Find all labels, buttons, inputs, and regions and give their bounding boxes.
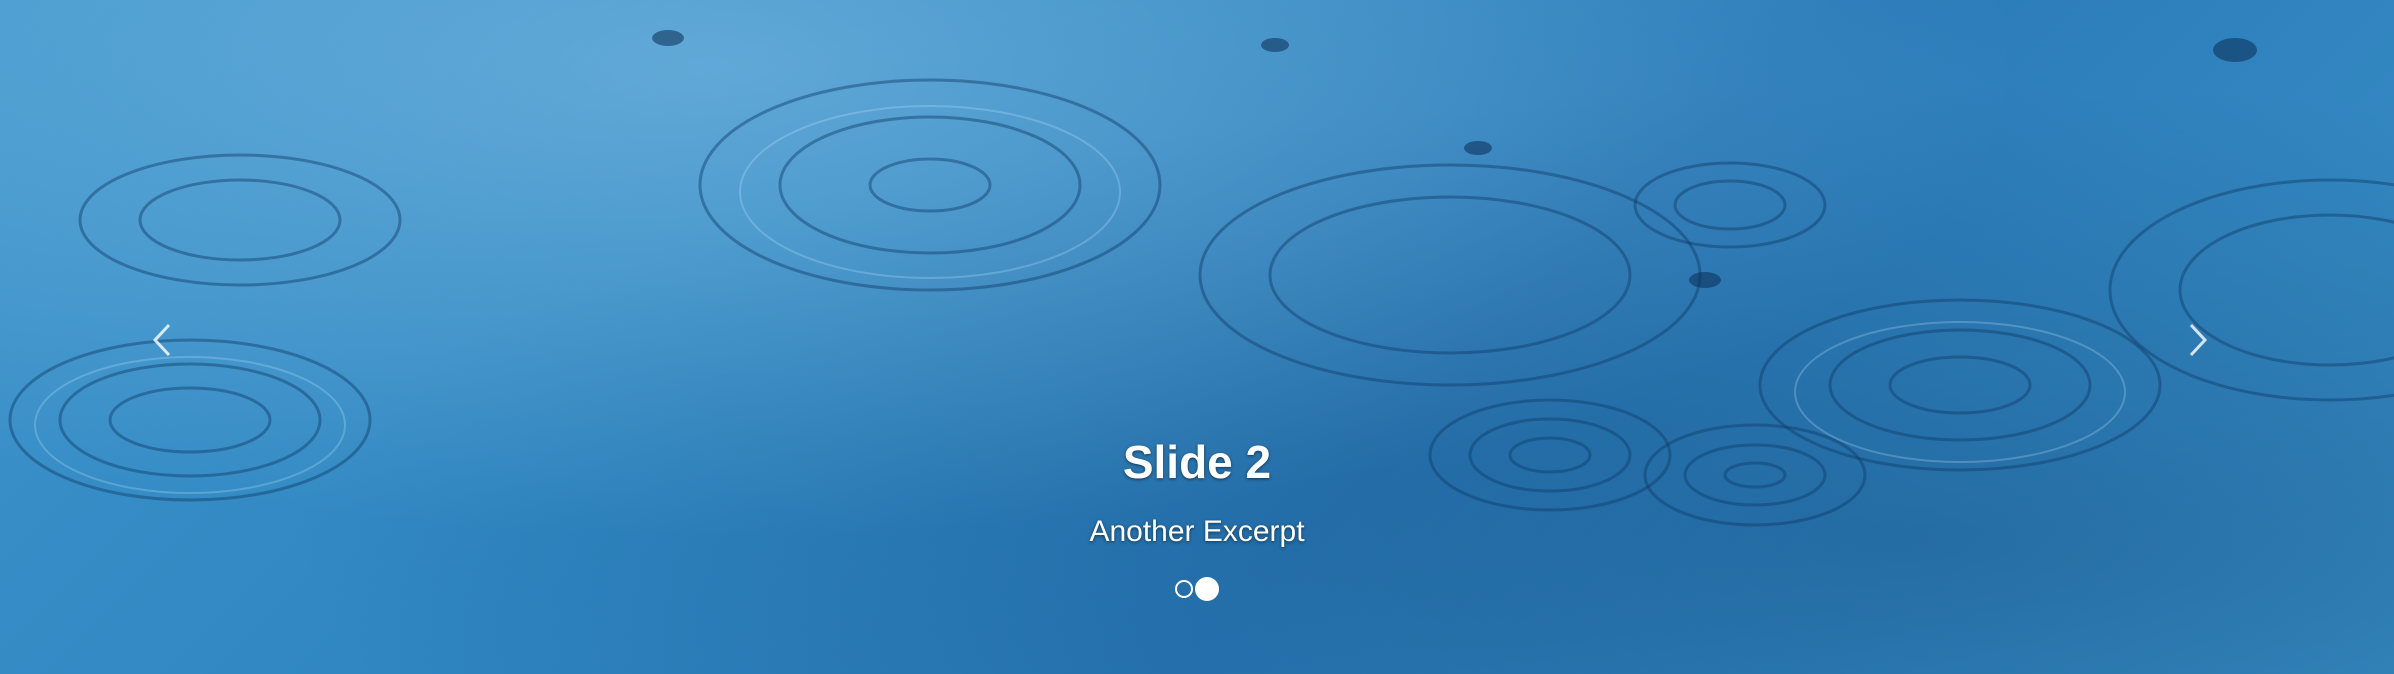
slide-title: Slide 2 (1122, 436, 1272, 488)
previous-slide-button[interactable] (132, 310, 192, 370)
slide-indicator-1[interactable] (1175, 580, 1193, 598)
chevron-left-icon (152, 323, 171, 357)
water-ripples-image (8, 30, 2394, 527)
next-slide-button[interactable] (2168, 310, 2228, 370)
image-carousel: Slide 2 Another Excerpt (0, 0, 2394, 674)
slide-indicators (0, 577, 2394, 601)
slide-indicator-2[interactable] (1195, 577, 1219, 601)
chevron-right-icon (2189, 323, 2208, 357)
slide-excerpt: Another Excerpt (1089, 515, 1305, 548)
